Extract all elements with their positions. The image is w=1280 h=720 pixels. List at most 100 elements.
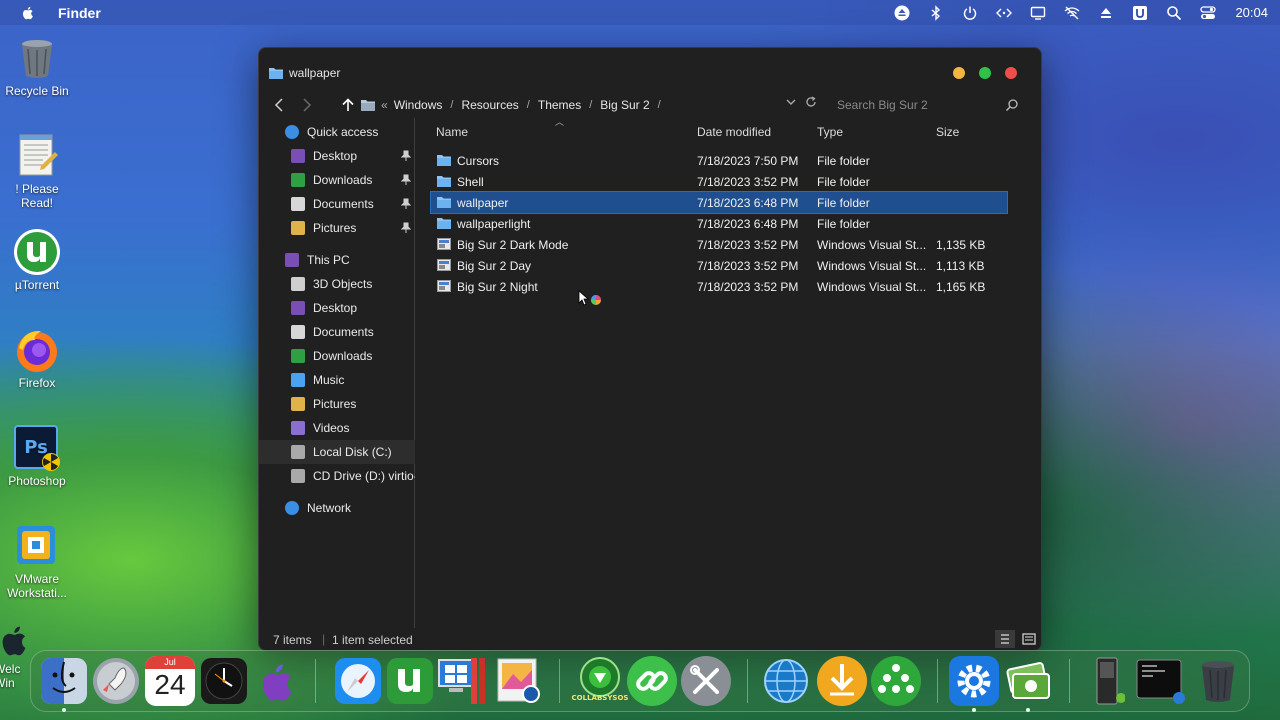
forward-button[interactable] [293, 93, 321, 117]
breadcrumb-item-big-sur-2[interactable]: Big Sur 2 [600, 98, 649, 112]
dock-calendar[interactable]: Jul 24 [145, 656, 195, 706]
code-icon[interactable] [987, 0, 1021, 25]
sidebar-item-label: CD Drive (D:) virtio- [313, 469, 415, 483]
sidebar-item[interactable]: Desktop [259, 296, 415, 320]
dock-web-globe[interactable] [761, 656, 811, 706]
trash-icon [1202, 661, 1234, 702]
dock-safari[interactable] [333, 656, 383, 706]
breadcrumb-overflow[interactable]: « [381, 98, 388, 112]
dock-community[interactable] [871, 656, 921, 706]
desktop-icon-welcome[interactable]: Welc Win [0, 620, 34, 690]
dock-windows-installer[interactable] [437, 656, 487, 706]
sidebar-item[interactable]: CD Drive (D:) virtio- [259, 464, 415, 488]
eject-icon[interactable] [885, 0, 919, 25]
close-button[interactable] [1005, 67, 1017, 79]
search-input[interactable] [837, 98, 997, 112]
pictures-icon [291, 397, 305, 411]
tiles-view-icon [1022, 633, 1036, 645]
wifi-off-icon[interactable] [1055, 0, 1089, 25]
sidebar-item[interactable]: Network [259, 496, 415, 520]
dock-utorrent[interactable] [385, 656, 435, 706]
dock-collabsysos[interactable]: COLLABSYSOS [572, 656, 628, 706]
dock-link[interactable] [627, 656, 677, 706]
display-icon[interactable] [1021, 0, 1055, 25]
file-row[interactable]: wallpaper 7/18/2023 6:48 PM File folder [430, 191, 1008, 214]
desktop-icon-recycle-bin[interactable]: Recycle Bin [2, 34, 72, 98]
sidebar-item[interactable]: Downloads [259, 168, 415, 192]
sidebar-item[interactable]: Quick access [259, 120, 415, 144]
file-row[interactable]: Big Sur 2 Day 7/18/2023 3:52 PM Windows Vi… [431, 255, 1007, 276]
dock-trash[interactable] [1193, 656, 1243, 706]
search-icon[interactable] [1005, 98, 1019, 112]
desktop-icon-label: Firefox [18, 376, 56, 390]
active-app-name[interactable]: Finder [58, 5, 101, 21]
sidebar-item-label: Desktop [313, 149, 358, 163]
address-bar: « Windows / Resources / Themes / Big Sur… [259, 92, 1041, 118]
sidebar-item[interactable]: Music [259, 368, 415, 392]
column-header-type[interactable]: Type [817, 125, 843, 139]
sidebar-item[interactable]: This PC [259, 248, 415, 272]
dock-downloader[interactable] [817, 656, 867, 706]
window-titlebar[interactable]: wallpaper [259, 48, 1041, 98]
file-name: Cursors [457, 154, 500, 168]
details-view-button[interactable] [995, 630, 1015, 648]
search-icon[interactable] [1157, 0, 1191, 25]
column-header-size[interactable]: Size [936, 125, 959, 139]
sidebar-item[interactable]: 3D Objects [259, 272, 415, 296]
file-row[interactable]: wallpaperlight 7/18/2023 6:48 PM File fold… [431, 213, 1007, 234]
desktop-icon-please-read[interactable]: ! Please Read! [2, 132, 72, 210]
breadcrumb-item-themes[interactable]: Themes [538, 98, 581, 112]
dock-preview[interactable] [493, 656, 543, 706]
desktop-icon-photoshop[interactable]: Ps Photoshop [2, 424, 72, 488]
dock-clock[interactable] [199, 656, 249, 706]
sidebar-item[interactable]: Pictures [259, 392, 415, 416]
power-icon[interactable] [953, 0, 987, 25]
dock-launchpad[interactable] [91, 656, 141, 706]
back-button[interactable] [265, 93, 293, 117]
refresh-icon[interactable] [805, 96, 817, 108]
column-header-date-modified[interactable]: Date modified [697, 125, 771, 139]
upload-icon[interactable] [1089, 0, 1123, 25]
selection-count: 1 item selected [332, 633, 413, 647]
terminal-icon [1136, 659, 1185, 704]
chevron-down-icon[interactable] [785, 96, 797, 108]
dock-device[interactable] [1085, 656, 1126, 706]
calendar-month: Jul [145, 656, 195, 669]
control-center-icon[interactable] [1191, 0, 1225, 25]
file-row[interactable]: Cursors 7/18/2023 7:50 PM File folder [431, 150, 1007, 171]
tiles-view-button[interactable] [1019, 630, 1039, 648]
dock-money[interactable] [1003, 656, 1053, 706]
column-header-name[interactable]: Name [436, 125, 468, 139]
desktop-icon-vmware[interactable]: VMware Workstati... [2, 522, 72, 600]
menubar-clock[interactable]: 20:04 [1235, 5, 1268, 20]
sidebar-item[interactable]: Documents [259, 192, 415, 216]
up-button[interactable] [337, 93, 359, 117]
breadcrumb-item-resources[interactable]: Resources [461, 98, 518, 112]
search-box[interactable] [831, 93, 1031, 117]
sidebar-item[interactable]: Downloads [259, 344, 415, 368]
calendar-day: 24 [154, 669, 186, 700]
sidebar-item[interactable]: Pictures [259, 216, 415, 240]
desktop-icon-utorrent[interactable]: µTorrent [2, 228, 72, 292]
file-row[interactable]: Big Sur 2 Night 7/18/2023 3:52 PM Windows … [431, 276, 1007, 297]
dock-system-tools[interactable] [681, 656, 731, 706]
u-icon[interactable] [1123, 0, 1157, 25]
sidebar-item[interactable]: Documents [259, 320, 415, 344]
dock-finder[interactable] [39, 656, 89, 706]
file-row[interactable]: Shell 7/18/2023 3:52 PM File folder [431, 171, 1007, 192]
sidebar-item[interactable]: Desktop [259, 144, 415, 168]
sidebar-item[interactable]: Local Disk (C:) [259, 440, 415, 464]
dock-terminal[interactable] [1135, 656, 1185, 706]
minimize-button[interactable] [953, 67, 965, 79]
apple-menu-icon[interactable] [20, 5, 36, 21]
breadcrumb-item-windows[interactable]: Windows [394, 98, 443, 112]
sidebar-item[interactable]: Videos [259, 416, 415, 440]
utorrent-icon [13, 228, 61, 276]
file-date-modified: 7/18/2023 3:52 PM [697, 280, 799, 294]
bluetooth-icon[interactable] [919, 0, 953, 25]
dock-settings[interactable] [949, 656, 999, 706]
file-row[interactable]: Big Sur 2 Dark Mode 7/18/2023 3:52 PM Wind… [431, 234, 1007, 255]
desktop-icon-firefox[interactable]: Firefox [2, 326, 72, 390]
maximize-button[interactable] [979, 67, 991, 79]
dock-macos[interactable] [251, 656, 301, 706]
